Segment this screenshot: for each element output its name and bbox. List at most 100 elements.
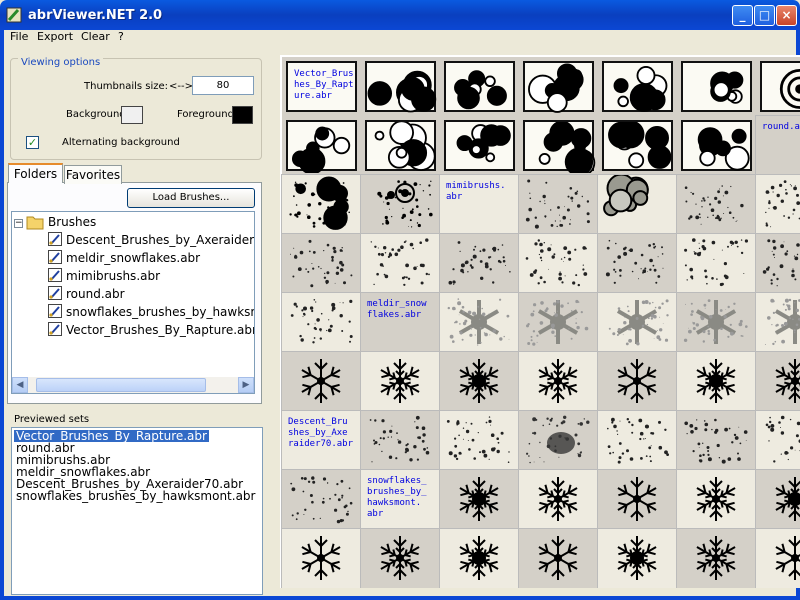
brush-thumbnail[interactable] [439,292,520,353]
tree-item[interactable]: Descent_Brushes_by_Axeraider70.abr [48,231,254,249]
menu-help[interactable]: ? [118,30,124,44]
brush-thumbnail[interactable] [518,528,599,588]
brush-thumbnail[interactable]: Vector_Brus hes_By_Rapt ure.abr [282,57,361,116]
brush-thumbnail[interactable] [755,174,800,235]
tree-item[interactable]: Vector_Brushes_By_Rapture.abr [48,321,254,339]
brush-thumbnail[interactable] [598,57,677,116]
brush-thumbnail[interactable]: meldir_snow flakes.abr [360,292,441,353]
tree-horizontal-scrollbar[interactable]: ◀ ▶ [12,377,254,393]
brush-thumbnail[interactable] [676,233,757,294]
maximize-button[interactable]: □ [754,5,775,26]
collapse-toggle-icon[interactable]: − [14,219,23,228]
brush-thumbnail[interactable] [597,292,678,353]
brush-thumbnail[interactable] [519,57,598,116]
brush-thumbnail[interactable] [360,174,441,235]
brush-thumbnail[interactable] [676,292,757,353]
brush-thumbnail[interactable] [676,351,757,412]
tree-item[interactable]: meldir_snowflakes.abr [48,249,200,267]
brush-thumbnail[interactable] [598,116,677,175]
brush-thumbnail[interactable] [518,233,599,294]
brush-thumbnail[interactable] [281,233,362,294]
brush-thumbnail[interactable] [361,57,440,116]
brush-thumbnail[interactable] [677,116,756,175]
brush-thumbnail[interactable] [518,292,599,353]
folder-tree[interactable]: − Brushes Descent_Brushes_by_Axeraider70… [11,211,255,394]
brush-thumbnail[interactable] [597,528,678,588]
brush-thumbnail[interactable] [282,116,361,175]
scrollbar-thumb[interactable] [36,378,206,392]
menu-clear[interactable]: Clear [81,30,110,44]
brush-thumbnail[interactable] [518,174,599,235]
close-button[interactable]: × [776,5,797,26]
brush-thumbnail[interactable] [361,116,440,175]
brush-thumbnail[interactable] [439,351,520,412]
brush-thumbnail[interactable] [281,174,362,235]
tree-item[interactable]: round.abr [48,285,125,303]
brush-thumbnail[interactable] [518,469,599,530]
brush-thumbnail[interactable] [676,469,757,530]
brush-preview-icon [380,536,420,580]
brush-thumbnail[interactable] [440,116,519,175]
brush-thumbnail[interactable] [360,233,441,294]
brush-thumbnail[interactable] [281,528,362,588]
alternating-background-checkbox[interactable]: ✓ [26,136,39,149]
tree-item[interactable]: snowflakes_brushes_by_hawksmont.abr [48,303,254,321]
brush-thumbnail[interactable] [360,410,441,471]
tab-folders[interactable]: Folders [8,163,63,183]
brush-file-icon [48,286,62,300]
brush-thumbnail[interactable] [281,351,362,412]
scroll-right-icon[interactable]: ▶ [238,377,254,393]
brush-thumbnail[interactable] [281,469,362,530]
brush-thumbnail[interactable] [597,351,678,412]
brush-thumbnail[interactable] [755,528,800,588]
brush-thumbnail[interactable] [439,410,520,471]
scroll-left-icon[interactable]: ◀ [12,377,28,393]
brush-thumbnail[interactable] [756,57,800,116]
brush-thumbnail[interactable] [440,57,519,116]
brush-thumbnail[interactable] [518,410,599,471]
brush-preview-icon [764,298,800,346]
resize-arrow-icon: <--> [169,81,193,92]
previewed-sets-list[interactable]: Vector_Brushes_By_Rapture.abr round.abr mi… [11,427,263,595]
brush-thumbnail[interactable] [439,469,520,530]
minimize-button[interactable]: _ [732,5,753,26]
brush-thumbnail-grid[interactable]: Vector_Brus hes_By_Rapt ure.abr round.a mi… [280,55,800,588]
tree-root-label[interactable]: Brushes [48,213,96,231]
brush-thumbnail[interactable] [677,57,756,116]
menu-file[interactable]: File [10,30,28,44]
brush-thumbnail[interactable] [439,528,520,588]
foreground-color-swatch[interactable] [232,106,253,124]
brush-thumbnail[interactable] [518,351,599,412]
brush-thumbnail[interactable] [597,469,678,530]
brush-file-icon [48,304,62,318]
panel-splitter[interactable] [264,44,278,596]
brush-thumbnail[interactable] [439,233,520,294]
brush-thumbnail[interactable] [755,410,800,471]
brush-thumbnail[interactable] [597,410,678,471]
tab-favorites[interactable]: Favorites [64,165,122,184]
brush-thumbnail[interactable] [597,174,678,235]
brush-preview-icon [301,359,341,403]
brush-thumbnail[interactable]: snowflakes_ brushes_by_ hawksmont. abr [360,469,441,530]
brush-thumbnail[interactable] [755,351,800,412]
brush-thumbnail[interactable] [597,233,678,294]
brush-thumbnail[interactable] [676,174,757,235]
brush-thumbnail[interactable]: round.a [755,115,800,176]
brush-thumbnail[interactable] [360,351,441,412]
load-brushes-button[interactable]: Load Brushes... [127,188,255,208]
previewed-set-item[interactable]: snowflakes_brushes_by_hawksmont.abr [14,490,257,502]
brush-thumbnail[interactable] [755,292,800,353]
brush-thumbnail[interactable] [281,292,362,353]
tree-item[interactable]: mimibrushs.abr [48,267,160,285]
thumbnails-size-input[interactable]: 80 [192,76,254,95]
brush-thumbnail[interactable] [676,528,757,588]
brush-thumbnail[interactable]: mimibrushs. abr [439,174,520,235]
brush-thumbnail[interactable]: Descent_Bru shes_by_Axe raider70.abr [281,410,362,471]
menu-export[interactable]: Export [37,30,73,44]
brush-thumbnail[interactable] [755,233,800,294]
brush-thumbnail[interactable] [360,528,441,588]
background-color-swatch[interactable] [121,106,143,124]
brush-thumbnail[interactable] [676,410,757,471]
brush-thumbnail[interactable] [755,469,800,530]
brush-thumbnail[interactable] [519,116,598,177]
